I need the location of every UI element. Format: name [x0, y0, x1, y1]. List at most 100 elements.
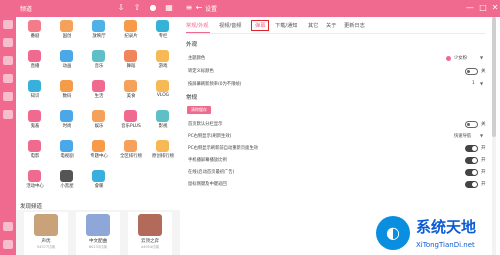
channel-card[interactable]: 云顶之弈 44954订阅	[128, 212, 172, 255]
settings-gear-icon[interactable]	[3, 240, 13, 249]
row3-value[interactable]: 1	[472, 81, 475, 86]
tab-download[interactable]: 下载/通知	[275, 22, 298, 29]
category-icon	[92, 170, 105, 182]
chevron-down-icon: ▼	[480, 81, 484, 86]
category-item[interactable]: 全区排行榜	[116, 139, 146, 161]
category-item[interactable]: 专题中心	[84, 139, 114, 161]
category-item[interactable]: 纪录片	[116, 19, 146, 41]
channel-title: 中文配曲	[89, 239, 107, 244]
tab-danmaku[interactable]: 弹幕	[250, 20, 270, 31]
category-item[interactable]: 专栏	[148, 19, 178, 41]
maximize-icon[interactable]: □	[478, 3, 488, 13]
row-toggle[interactable]	[465, 169, 478, 176]
row2-toggle[interactable]	[465, 68, 478, 75]
minimize-icon[interactable]: —	[465, 3, 475, 13]
category-item[interactable]: 电影	[20, 139, 50, 161]
category-item[interactable]: 知识	[20, 79, 50, 101]
setting-row: PC右侧显示(刷新生效) 快速导航 ▼	[186, 132, 486, 141]
tab-changelog[interactable]: 更新日志	[344, 22, 365, 29]
category-label: 数码	[62, 94, 72, 99]
tab-divider	[186, 33, 486, 34]
user-icon[interactable]	[3, 74, 13, 83]
chevron-down-icon: ▼	[480, 133, 484, 138]
back-arrow-icon[interactable]: ←	[194, 3, 204, 13]
category-icon	[60, 80, 73, 92]
channel-card[interactable]: 声优 54377订阅	[24, 212, 68, 255]
category-item[interactable]: 原创排行榜	[148, 139, 178, 161]
category-label: 原创排行榜	[152, 154, 174, 159]
row-value[interactable]: 快速导航	[454, 133, 471, 139]
grid-icon[interactable]: ▦	[164, 3, 174, 13]
category-icon	[28, 140, 41, 152]
category-label: VLOG	[156, 93, 170, 98]
category-item[interactable]: 番剧	[20, 19, 50, 41]
close-icon[interactable]: ✕	[490, 3, 500, 13]
category-item[interactable]: 音乐	[84, 49, 114, 71]
category-item[interactable]: 电视剧	[52, 139, 82, 161]
left-header: 频道 ⇩ ⇧ ● ▦	[16, 0, 180, 17]
star-icon[interactable]	[3, 92, 13, 101]
row-toggle[interactable]	[465, 181, 478, 188]
tab-about[interactable]: 关于	[326, 22, 336, 29]
category-item[interactable]: 娱乐	[84, 109, 114, 131]
category-item[interactable]: 直播	[20, 49, 50, 71]
history-icon[interactable]	[3, 110, 13, 119]
category-item[interactable]: 生活	[84, 79, 114, 101]
theme-value: 少女粉	[454, 56, 467, 61]
tab-general[interactable]: 常规/外观	[186, 22, 209, 29]
category-icon	[156, 110, 169, 122]
home-icon[interactable]	[3, 20, 13, 29]
category-item[interactable]: VLOG	[148, 79, 178, 101]
category-item[interactable]: 美食	[116, 79, 146, 101]
category-item[interactable]: 国创	[52, 19, 82, 41]
row-toggle[interactable]	[465, 157, 478, 164]
category-item[interactable]: 游戏	[148, 49, 178, 71]
category-item[interactable]: 會暖	[84, 169, 114, 191]
setting-theme[interactable]: 主题颜色 少女粉 ▼	[186, 54, 486, 63]
channel-card[interactable]: 中文配曲 60133订阅	[76, 212, 120, 255]
left-title: 频道	[20, 6, 33, 13]
menu-icon[interactable]: ≡	[184, 3, 194, 13]
user-icon[interactable]: ●	[148, 3, 158, 13]
watermark-title: 系统天地	[416, 218, 477, 236]
category-item[interactable]: 音乐PLUS	[116, 109, 146, 131]
scrollbar-thumb[interactable]	[492, 17, 496, 137]
category-icon	[124, 110, 137, 122]
download-icon[interactable]: ⇩	[116, 3, 126, 13]
category-item[interactable]: 小黑屋	[52, 169, 82, 191]
channel-icon[interactable]	[3, 38, 13, 47]
tab-video-audio[interactable]: 视频/音频	[219, 22, 242, 29]
category-label: 电影	[30, 154, 40, 159]
category-icon	[28, 20, 41, 32]
dynamic-icon[interactable]	[3, 56, 13, 65]
left-nav-rail	[0, 0, 16, 255]
category-label: 放映厅	[92, 34, 106, 39]
category-item[interactable]: 鬼畜	[20, 109, 50, 131]
category-label: 专题中心	[90, 154, 108, 159]
category-item[interactable]: 放映厅	[84, 19, 114, 41]
upload-icon[interactable]: ⇧	[132, 3, 142, 13]
setting-row: 在线(启动首页最初广告) 开	[186, 168, 486, 177]
category-icon	[28, 110, 41, 122]
category-item[interactable]: 舞蹈	[116, 49, 146, 71]
category-item[interactable]: 影视	[148, 109, 178, 131]
theme-label: 主题颜色	[188, 56, 206, 61]
row-toggle[interactable]	[465, 121, 478, 128]
row-value: 开	[481, 158, 486, 163]
category-item[interactable]: 动画	[52, 49, 82, 71]
app-icon[interactable]	[3, 222, 13, 231]
watermark: ◐ 系统天地 XiTongTianDi.net	[376, 214, 500, 255]
category-item[interactable]: 数码	[52, 79, 82, 101]
category-label: 知识	[30, 94, 40, 99]
watermark-logo-icon: ◐	[376, 216, 410, 250]
row2-value: 关	[481, 69, 486, 74]
clear-cache-button[interactable]: 清除缓存	[187, 106, 211, 114]
setting-row3: 按屏幕刷新频率(0为不限帧) 1 ▼	[186, 80, 486, 89]
category-icon	[28, 170, 41, 182]
category-label: 活动中心	[26, 184, 44, 189]
category-icon	[92, 110, 105, 122]
category-item[interactable]: 活动中心	[20, 169, 50, 191]
row-toggle[interactable]	[465, 145, 478, 152]
tab-other[interactable]: 其它	[308, 22, 318, 29]
category-item[interactable]: 时尚	[52, 109, 82, 131]
